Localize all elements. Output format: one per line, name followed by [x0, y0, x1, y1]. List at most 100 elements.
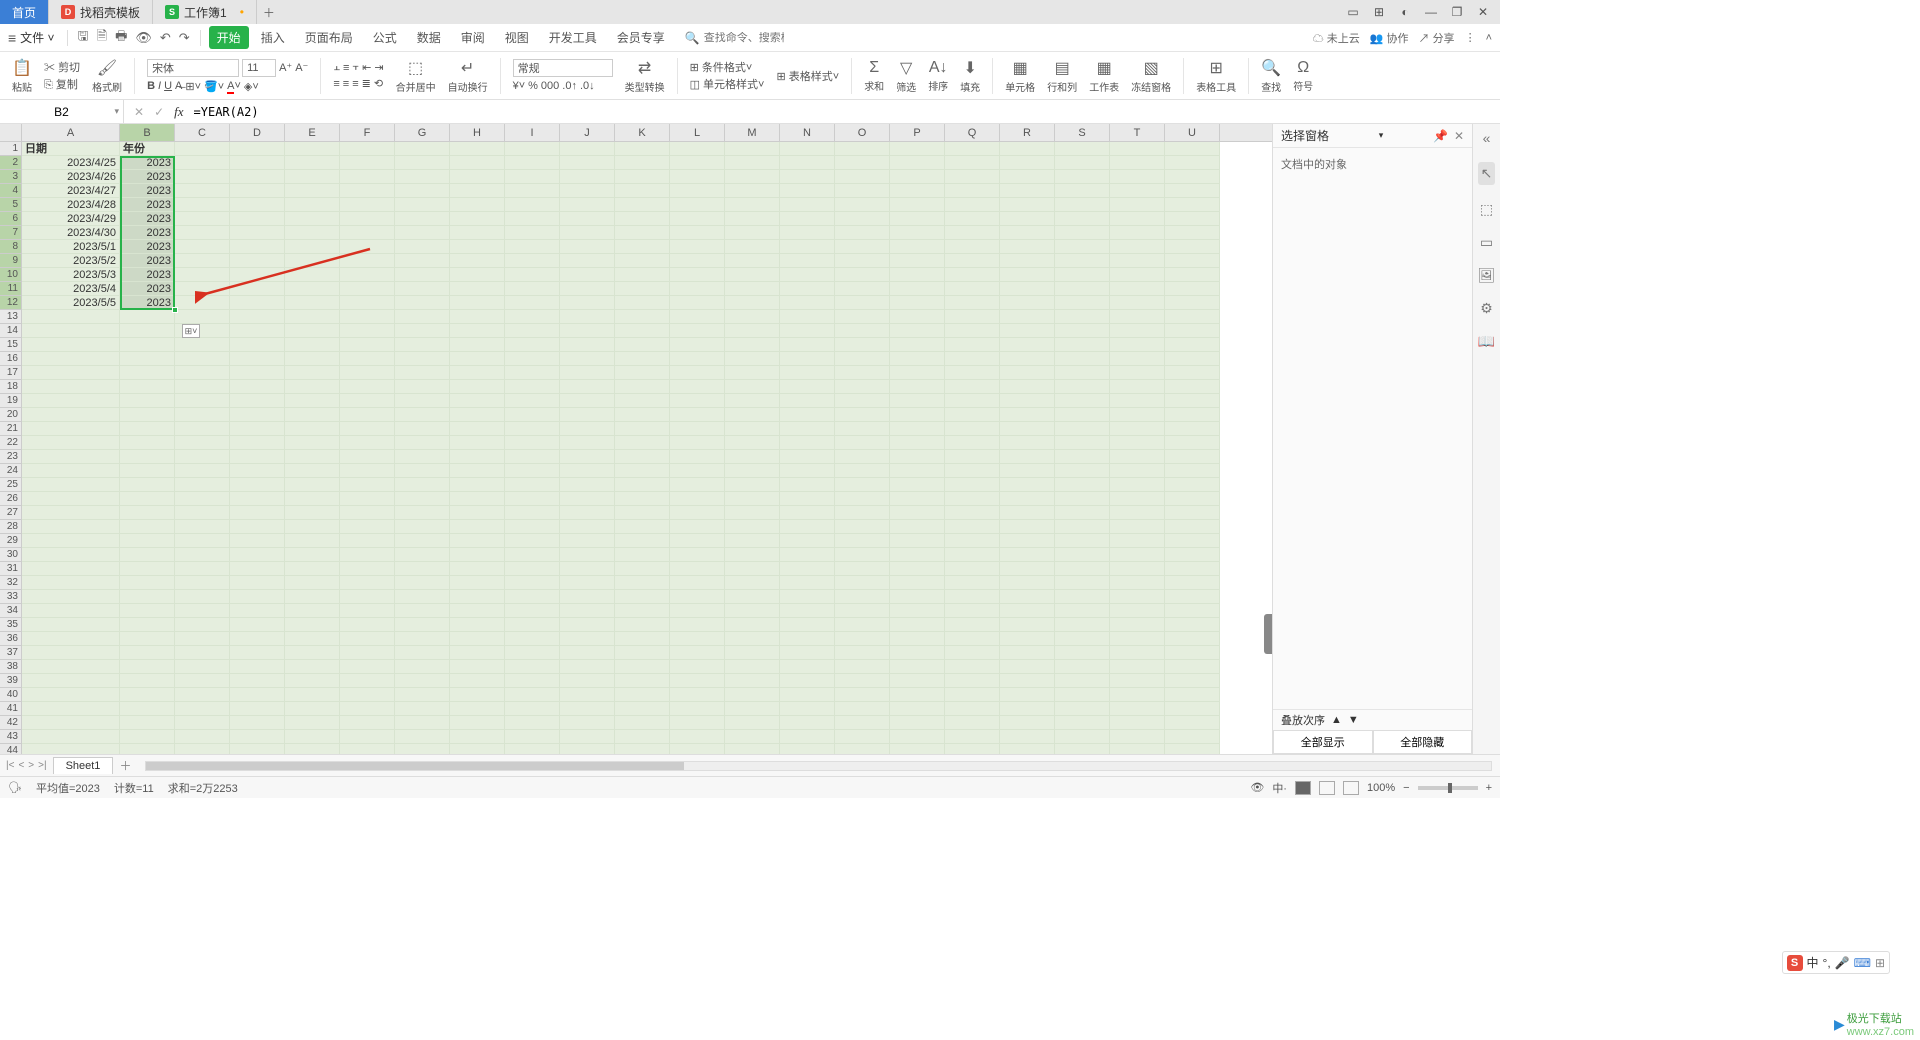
cell[interactable] — [120, 310, 175, 324]
cell[interactable] — [725, 548, 780, 562]
cell[interactable] — [725, 366, 780, 380]
row-header[interactable]: 30 — [0, 548, 22, 562]
cell[interactable] — [835, 506, 890, 520]
cell[interactable] — [230, 282, 285, 296]
cell[interactable] — [670, 674, 725, 688]
cell[interactable] — [1110, 338, 1165, 352]
cell[interactable] — [945, 324, 1000, 338]
cell[interactable] — [560, 618, 615, 632]
tab-workbook[interactable]: S 工作簿1 — [153, 0, 257, 24]
cell[interactable] — [1000, 562, 1055, 576]
cell[interactable] — [340, 254, 395, 268]
cell[interactable] — [670, 282, 725, 296]
cell[interactable] — [505, 520, 560, 534]
cell[interactable] — [835, 422, 890, 436]
cell[interactable] — [340, 324, 395, 338]
cell[interactable] — [285, 254, 340, 268]
cell[interactable] — [230, 268, 285, 282]
cell[interactable] — [615, 142, 670, 156]
cell[interactable] — [670, 604, 725, 618]
cell[interactable] — [395, 450, 450, 464]
cell[interactable] — [890, 688, 945, 702]
cell[interactable] — [1000, 282, 1055, 296]
cell[interactable] — [230, 198, 285, 212]
cell[interactable] — [835, 548, 890, 562]
cell[interactable] — [340, 660, 395, 674]
cell[interactable] — [890, 464, 945, 478]
image-tool-icon[interactable]: 🖼 — [1478, 267, 1496, 284]
cell[interactable] — [670, 632, 725, 646]
cell[interactable] — [835, 324, 890, 338]
cell[interactable] — [890, 296, 945, 310]
menu-layout[interactable]: 页面布局 — [297, 26, 361, 49]
cell[interactable] — [1110, 632, 1165, 646]
cell[interactable] — [395, 590, 450, 604]
cell[interactable] — [615, 548, 670, 562]
cell[interactable] — [1000, 744, 1055, 754]
cell[interactable] — [505, 366, 560, 380]
cell[interactable] — [1110, 282, 1165, 296]
cell[interactable] — [835, 268, 890, 282]
cell[interactable] — [890, 436, 945, 450]
cell[interactable] — [780, 338, 835, 352]
cell[interactable] — [1000, 492, 1055, 506]
cell[interactable] — [890, 324, 945, 338]
cell[interactable] — [230, 366, 285, 380]
cell[interactable] — [395, 394, 450, 408]
cell[interactable] — [1055, 632, 1110, 646]
cell[interactable] — [890, 352, 945, 366]
cell[interactable] — [1055, 716, 1110, 730]
fill-button[interactable]: ⬇填充 — [956, 52, 984, 99]
cell[interactable] — [945, 156, 1000, 170]
row-header[interactable]: 44 — [0, 744, 22, 754]
cell[interactable] — [945, 198, 1000, 212]
menu-formula[interactable]: 公式 — [365, 26, 405, 49]
cell[interactable] — [285, 282, 340, 296]
cell[interactable] — [1165, 688, 1220, 702]
cell[interactable] — [1165, 604, 1220, 618]
font-size-select[interactable]: 11 — [242, 59, 276, 77]
cell[interactable]: 2023 — [120, 170, 175, 184]
cell[interactable] — [835, 296, 890, 310]
cell[interactable] — [780, 660, 835, 674]
cell[interactable] — [835, 590, 890, 604]
align-center-icon[interactable]: ≡ — [343, 78, 349, 90]
cell[interactable] — [175, 352, 230, 366]
cell[interactable] — [1165, 674, 1220, 688]
cell[interactable] — [615, 660, 670, 674]
cell[interactable] — [505, 604, 560, 618]
cell[interactable] — [22, 352, 120, 366]
cell[interactable] — [450, 212, 505, 226]
row-header[interactable]: 9 — [0, 254, 22, 268]
cell[interactable] — [1110, 660, 1165, 674]
cell[interactable]: 2023/5/4 — [22, 282, 120, 296]
cell[interactable] — [615, 338, 670, 352]
cell[interactable] — [615, 618, 670, 632]
cell[interactable] — [230, 632, 285, 646]
rowcol-button[interactable]: ▤行和列 — [1043, 52, 1081, 99]
cell[interactable] — [120, 716, 175, 730]
file-menu[interactable]: 文件 ˅ — [20, 29, 54, 46]
cell[interactable]: 2023/5/5 — [22, 296, 120, 310]
cell[interactable] — [615, 422, 670, 436]
settings-tool-icon[interactable]: ⚙ — [1480, 300, 1493, 317]
cell[interactable] — [670, 408, 725, 422]
ime-bar[interactable]: S 中 °, 🎤 ⌨ ⊞ — [1782, 951, 1891, 974]
cell[interactable] — [890, 240, 945, 254]
row-header[interactable]: 33 — [0, 590, 22, 604]
cell[interactable]: 2023 — [120, 198, 175, 212]
cell[interactable] — [670, 422, 725, 436]
cell[interactable] — [1000, 310, 1055, 324]
cell[interactable] — [120, 576, 175, 590]
cell[interactable] — [505, 352, 560, 366]
cell[interactable] — [175, 240, 230, 254]
row-header[interactable]: 34 — [0, 604, 22, 618]
cell[interactable] — [505, 268, 560, 282]
cell[interactable] — [560, 576, 615, 590]
cell[interactable] — [780, 282, 835, 296]
cell[interactable] — [890, 618, 945, 632]
next-sheet-icon[interactable]: > — [28, 760, 34, 771]
cell[interactable] — [340, 632, 395, 646]
cell[interactable] — [285, 562, 340, 576]
row-header[interactable]: 42 — [0, 716, 22, 730]
